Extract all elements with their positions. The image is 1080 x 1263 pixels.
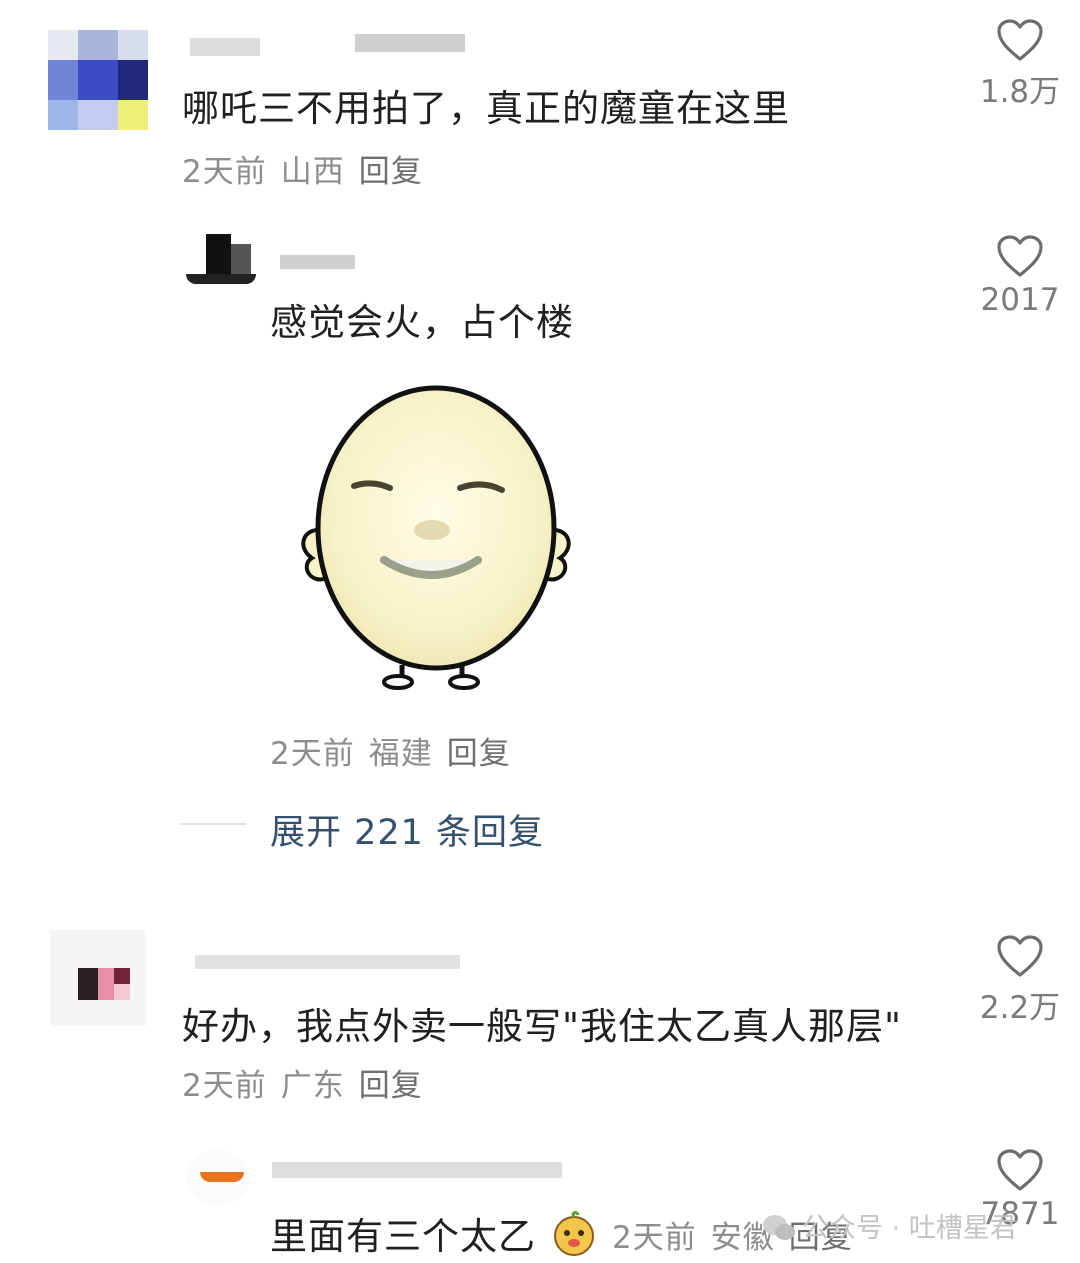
username-blurred (355, 34, 465, 52)
reply-button[interactable]: 回复 (359, 1068, 423, 1104)
egg-face-sticker[interactable] (292, 380, 582, 692)
like-count: 2.2万 (979, 990, 1061, 1026)
watermark: 公众号 · 吐槽星君 (762, 1206, 1017, 1245)
comment-text: 哪吒三不用拍了，真正的魔童在这里 (182, 87, 790, 130)
reply-time: 2天前 (612, 1220, 697, 1256)
heart-outline-icon (997, 935, 1043, 977)
reply-text: 感觉会火，占个楼 (270, 301, 574, 344)
comment-location: 山西 (280, 154, 345, 190)
username-blurred (272, 1162, 562, 1178)
comment-text: 好办，我点外卖一般写"我住太乙真人那层" (182, 1005, 903, 1048)
heart-outline-icon (997, 19, 1043, 61)
avatar[interactable] (186, 1150, 250, 1206)
like-button[interactable]: 2017 (970, 234, 1070, 318)
comment-meta: 2天前 山西 回复 (182, 146, 437, 191)
avatar[interactable] (48, 30, 148, 130)
wechat-icon (763, 1215, 795, 1240)
avatar[interactable] (50, 930, 146, 1026)
username-blurred (195, 955, 460, 969)
heart-outline-icon (997, 235, 1043, 277)
like-count: 2017 (980, 282, 1060, 318)
comment-time: 2天前 (182, 1068, 267, 1104)
avatar[interactable] (186, 234, 266, 294)
reply-button[interactable]: 回复 (447, 736, 511, 772)
like-button[interactable]: 2.2万 (970, 934, 1070, 1027)
cartoon-face-emoji-icon (553, 1211, 594, 1256)
comment-location: 广东 (280, 1068, 345, 1104)
heart-outline-icon (997, 1149, 1043, 1191)
expand-divider (180, 823, 246, 825)
like-count: 1.8万 (979, 74, 1061, 110)
reply-time: 2天前 (270, 736, 355, 772)
reply-meta: 2天前 福建 回复 (270, 728, 525, 773)
reply-location: 福建 (368, 736, 433, 772)
reply-text: 里面有三个太乙 (270, 1206, 597, 1260)
comment-meta: 2天前 广东 回复 (182, 1060, 437, 1105)
username-blurred (280, 255, 355, 269)
username-blurred[interactable] (190, 38, 260, 56)
expand-replies-button[interactable]: 展开 221 条回复 (270, 804, 544, 855)
reply-button[interactable]: 回复 (359, 154, 423, 190)
comment-time: 2天前 (182, 154, 267, 190)
like-button[interactable]: 1.8万 (970, 18, 1070, 111)
